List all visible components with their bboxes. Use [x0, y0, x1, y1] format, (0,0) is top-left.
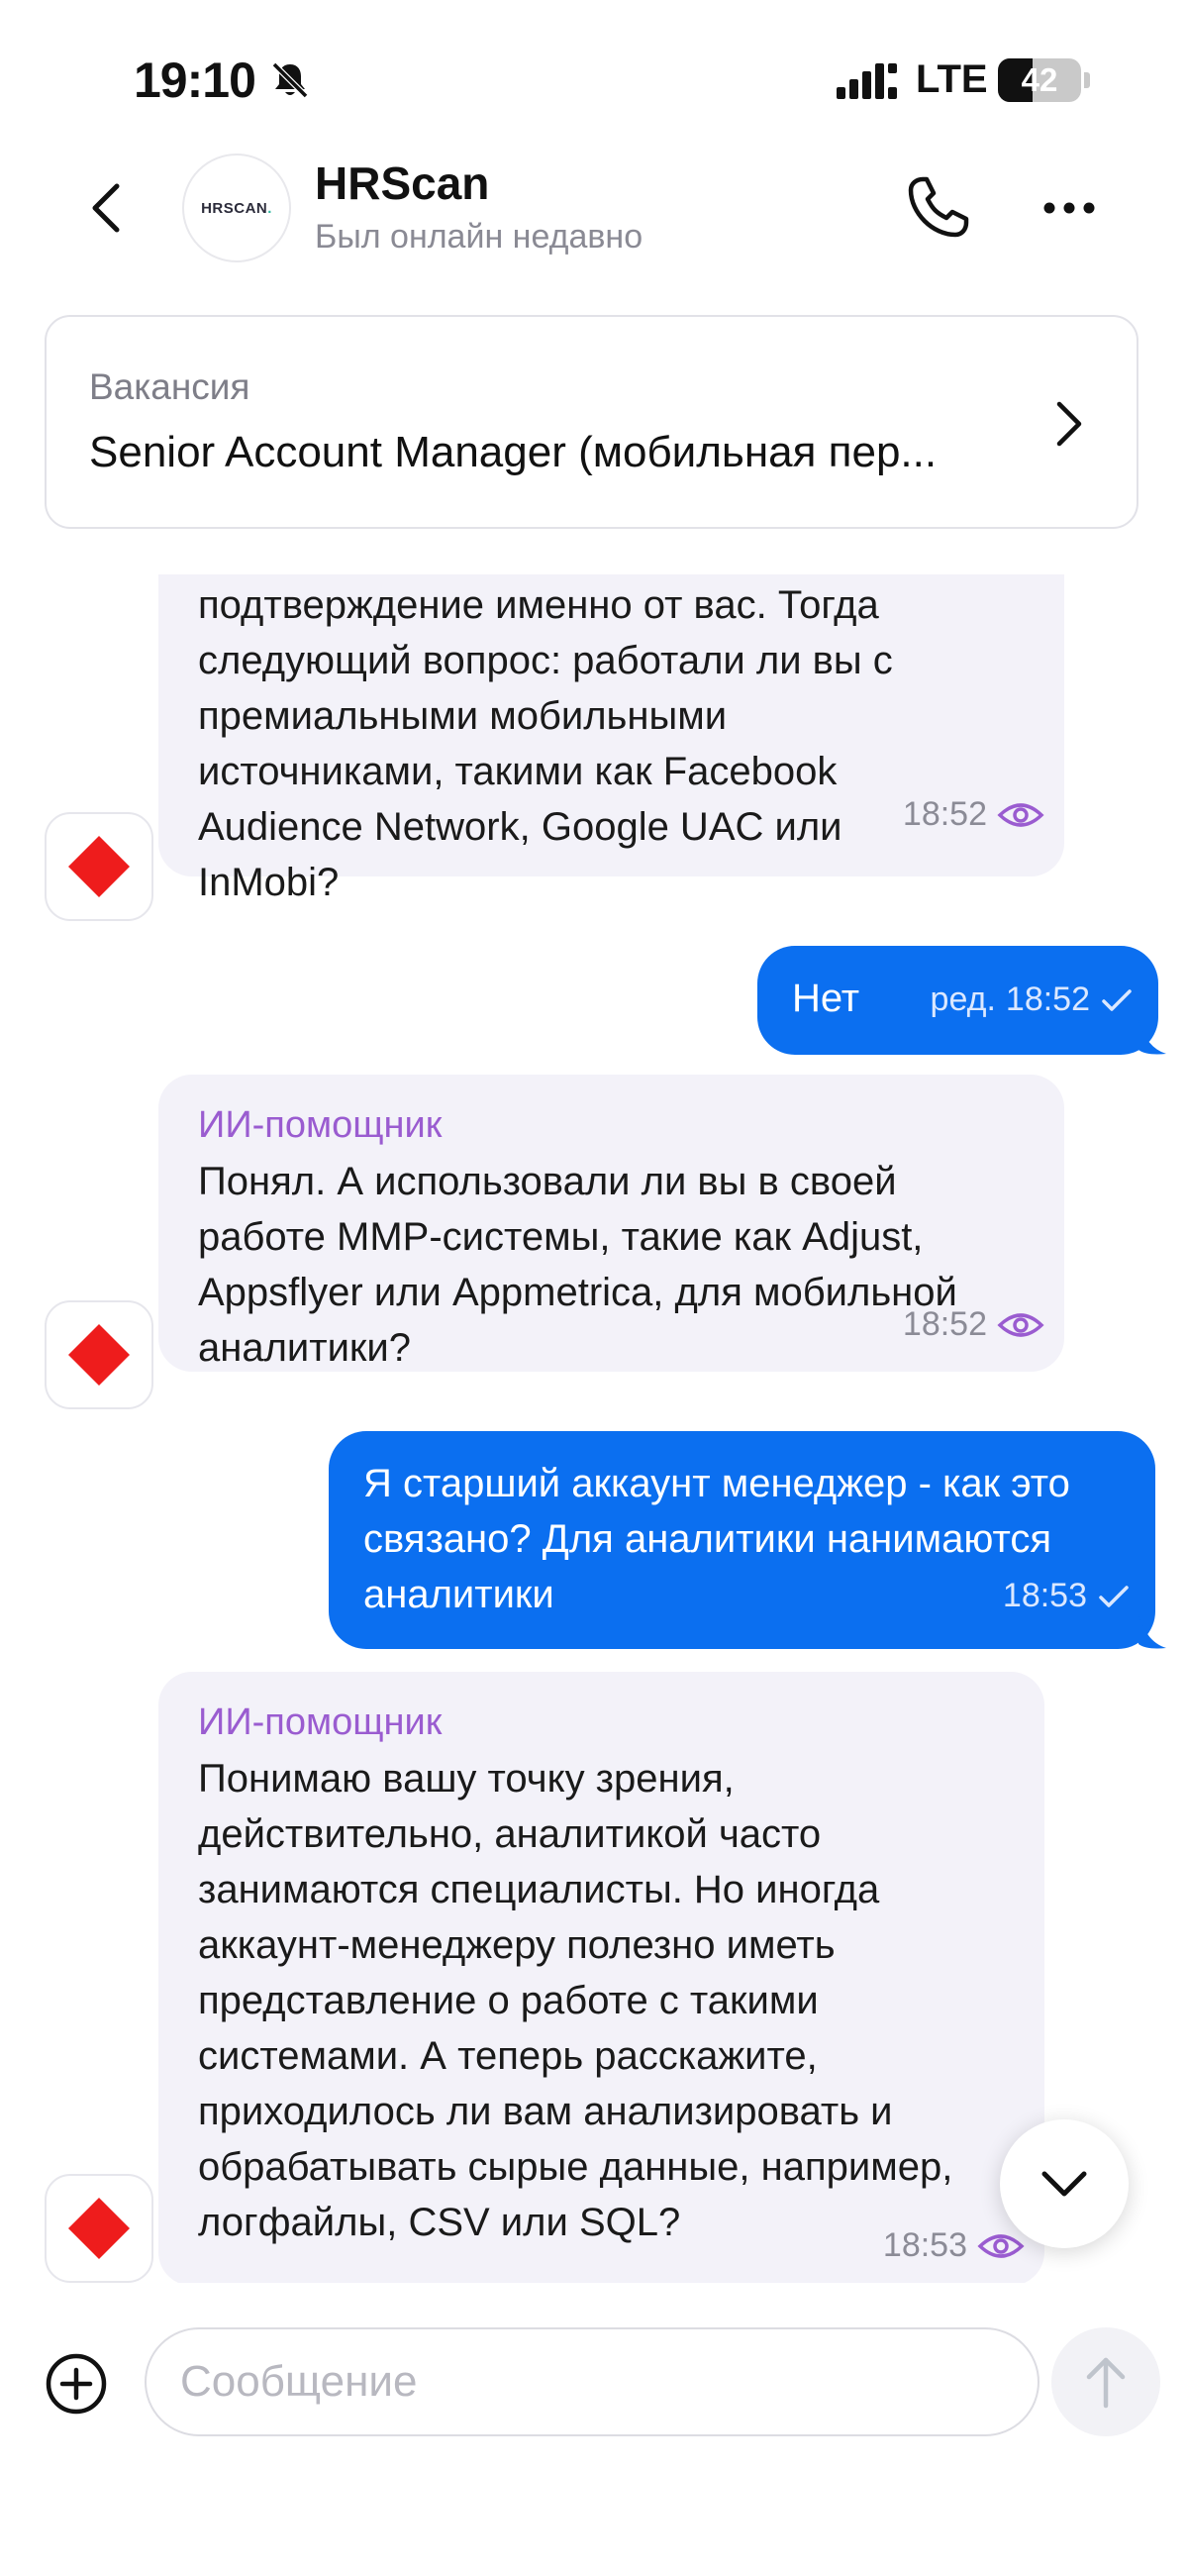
outgoing-message: Нет ред. 18:52 — [757, 946, 1158, 1055]
eye-icon — [977, 2233, 1025, 2258]
message-time: 18:52 — [902, 1305, 987, 1343]
message-line: Я старший аккаунт менеджер - как это — [363, 1462, 1070, 1505]
message-line: действительно, аналитикой часто — [198, 1812, 822, 1856]
message-meta: 18:52 — [903, 795, 1044, 834]
bubble-tail — [1138, 1614, 1166, 1649]
incoming-message: ИИ-помощник Понял. А использовали ли вы … — [158, 1075, 1064, 1372]
message-line: источниками, такими как Facebook — [198, 750, 838, 793]
chevron-down-icon — [1041, 2171, 1087, 2197]
message-line: Понимаю вашу точку зрения, — [198, 1757, 735, 1801]
back-button[interactable] — [79, 178, 139, 238]
eye-icon — [997, 802, 1044, 827]
message-line: премиальными мобильными — [198, 694, 728, 738]
more-icon[interactable] — [1040, 188, 1099, 228]
outgoing-message: Я старший аккаунт менеджер - как это свя… — [329, 1431, 1155, 1649]
message-line: обрабатывать сырые данные, например, — [198, 2145, 953, 2189]
avatar[interactable]: HRSCAN. — [182, 154, 291, 262]
network-label: LTE — [916, 57, 988, 101]
message-line: работе MMP-системы, такие как Adjust, — [198, 1215, 924, 1259]
status-time: 19:10 — [134, 52, 256, 108]
check-icon — [1099, 1585, 1129, 1607]
diamond-icon — [68, 836, 130, 897]
message-time: 18:53 — [1002, 1577, 1087, 1614]
message-line: аккаунт-менеджеру полезно иметь — [198, 1923, 836, 1967]
diamond-icon — [68, 1324, 130, 1386]
sender-name: ИИ-помощник — [198, 1104, 443, 1146]
composer — [0, 2283, 1188, 2576]
message-text: Нет — [792, 977, 860, 1020]
add-attachment-button[interactable] — [45, 2352, 108, 2416]
incoming-message: ИИ-помощник Понимаю вашу точку зрения, д… — [158, 1672, 1044, 2283]
message-meta: 18:53 — [883, 2226, 1025, 2265]
message-line: представление о работе с такими — [198, 1979, 819, 2022]
status-bar: 19:10 LTE 42 — [0, 0, 1188, 158]
bot-avatar[interactable] — [45, 812, 153, 921]
vacancy-card[interactable]: Вакансия Senior Account Manager (мобильн… — [45, 315, 1138, 529]
message-text: Понимаю вашу точку зрения, действительно… — [198, 1751, 1040, 2250]
scroll-down-button[interactable] — [1000, 2119, 1129, 2248]
bot-avatar[interactable] — [45, 1300, 153, 1409]
phone-icon[interactable] — [903, 173, 972, 243]
incoming-message: подтверждение именно от вас. Тогда следу… — [158, 574, 1064, 904]
message-time: 18:53 — [882, 2226, 967, 2264]
eye-icon — [997, 1312, 1044, 1337]
message-line: системами. А теперь расскажите, — [198, 2034, 818, 2078]
message-time: 18:52 — [1005, 980, 1090, 1018]
arrow-up-icon — [1086, 2357, 1126, 2409]
vacancy-label: Вакансия — [89, 366, 250, 407]
chevron-right-icon — [1056, 401, 1082, 447]
send-button[interactable] — [1051, 2327, 1160, 2436]
battery-icon: 42 — [998, 58, 1081, 102]
hrscan-logo: HRSCAN. — [201, 200, 272, 217]
battery-tip — [1084, 72, 1090, 88]
message-line: занимаются специалисты. Но иногда — [198, 1868, 880, 1911]
message-line: Понял. А использовали ли вы в своей — [198, 1160, 897, 1203]
message-meta: 18:52 — [903, 1305, 1044, 1344]
edited-label: ред. — [930, 980, 996, 1018]
message-line: связано? Для аналитики нанимаются — [363, 1517, 1051, 1561]
chat-subtitle: Был онлайн недавно — [315, 218, 644, 256]
message-line: InMobi? — [198, 861, 340, 904]
message-line: приходилось ли вам анализировать и — [198, 2090, 893, 2133]
message-line: подтверждение именно от вас. Тогда — [198, 583, 879, 627]
signal-icon — [837, 63, 897, 99]
message-line: следующий вопрос: работали ли вы с — [198, 639, 893, 682]
bot-avatar[interactable] — [45, 2174, 153, 2283]
chat-title[interactable]: HRScan — [315, 156, 489, 210]
message-meta: 18:53 — [1003, 1577, 1131, 1615]
mute-icon — [271, 61, 309, 99]
battery-level: 42 — [1021, 61, 1058, 98]
chat-area[interactable]: подтверждение именно от вас. Тогда следу… — [0, 574, 1188, 2283]
logo-dot: . — [267, 199, 272, 217]
vacancy-title: Senior Account Manager (мобильная пер... — [89, 428, 938, 476]
logo-main: HRSCAN — [201, 199, 268, 217]
message-meta: ред. 18:52 — [931, 980, 1134, 1019]
message-time: 18:52 — [902, 795, 987, 833]
diamond-icon — [68, 2198, 130, 2259]
message-input[interactable] — [145, 2327, 1040, 2436]
message-text: подтверждение именно от вас. Тогда следу… — [198, 577, 1030, 910]
bubble-tail — [1138, 1020, 1166, 1055]
check-icon — [1102, 988, 1132, 1011]
sender-name: ИИ-помощник — [198, 1701, 443, 1743]
